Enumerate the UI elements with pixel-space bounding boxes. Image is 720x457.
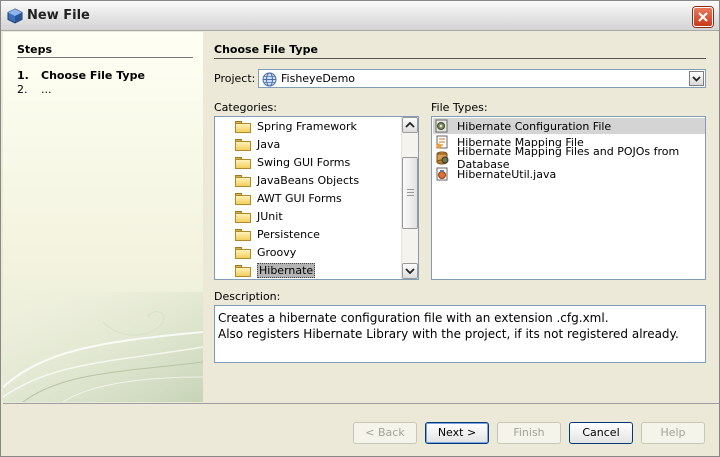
category-label: Groovy (257, 246, 297, 259)
category-item[interactable]: AWT GUI Forms (235, 190, 342, 207)
thumb-grip (407, 192, 414, 193)
footer-divider (3, 403, 719, 404)
categories-label: Categories: (214, 101, 277, 114)
category-item[interactable]: JUnit (235, 208, 283, 225)
steps-panel: Steps 1. Choose File Type 2.... (3, 32, 203, 402)
finish-button[interactable]: Finish (497, 422, 561, 444)
close-button[interactable] (693, 7, 713, 27)
title-bar[interactable]: New File (1, 1, 719, 31)
description-line: Creates a hibernate configuration file w… (218, 311, 609, 325)
category-label: Swing GUI Forms (257, 156, 351, 169)
category-item[interactable]: Persistence (235, 226, 320, 243)
category-label: Persistence (257, 228, 320, 241)
folder-icon (235, 174, 251, 187)
folder-icon (235, 228, 251, 241)
project-select[interactable]: FisheyeDemo (258, 69, 706, 88)
step-label: Choose File Type (41, 69, 145, 82)
category-label: JavaBeans Objects (257, 174, 360, 187)
file-types-list[interactable]: Hibernate Configuration File Hibernate M… (431, 116, 706, 280)
folder-icon (235, 210, 251, 223)
java-class-icon (435, 167, 449, 181)
steps-divider (17, 57, 193, 58)
chevron-down-icon (692, 76, 701, 82)
project-globe-icon (262, 72, 277, 87)
folder-icon (235, 192, 251, 205)
folder-icon (235, 264, 251, 277)
help-button[interactable]: Help (641, 422, 705, 444)
category-item[interactable]: Spring Framework (235, 118, 357, 135)
scroll-thumb[interactable] (402, 157, 418, 229)
category-label: Spring Framework (257, 120, 357, 133)
category-item[interactable]: JavaBeans Objects (235, 172, 359, 189)
categories-scrollbar[interactable] (401, 117, 418, 279)
new-file-dialog: New File Steps 1. Choose File Type 2.... (0, 0, 720, 457)
category-item[interactable]: Groovy (235, 244, 296, 261)
file-type-label: HibernateUtil.java (457, 167, 557, 181)
folder-icon (235, 156, 251, 169)
step-number: 2. (17, 83, 28, 96)
scroll-down-button[interactable] (402, 263, 418, 279)
categories-list[interactable]: Spring Framework Java Swing GUI Forms JavaB… (214, 116, 419, 280)
folder-icon (235, 120, 251, 133)
netbeans-cube-icon (7, 8, 23, 24)
category-item[interactable]: Hibernate (235, 262, 316, 279)
steps-heading: Steps (17, 43, 53, 56)
decorative-swirl-graphic (3, 292, 203, 402)
back-button[interactable]: < Back (353, 422, 417, 444)
category-label: JUnit (257, 210, 283, 223)
category-label: Hibernate (257, 263, 316, 278)
chevron-up-icon (405, 121, 415, 128)
step-label: ... (41, 83, 52, 96)
hibernate-config-icon (435, 119, 449, 133)
description-label: Description: (214, 290, 281, 303)
next-button[interactable]: Next > (425, 422, 489, 444)
thumb-grip (407, 195, 414, 196)
file-type-item[interactable]: HibernateUtil.java (433, 166, 705, 182)
chevron-down-icon (405, 268, 415, 275)
folder-icon (235, 138, 251, 151)
file-type-label: Hibernate Configuration File (457, 119, 612, 133)
step-next: 2.... (17, 83, 52, 96)
project-value: FisheyeDemo (281, 72, 356, 85)
project-dropdown-arrow[interactable] (689, 71, 704, 86)
description-line: Also registers Hibernate Library with th… (218, 327, 679, 341)
title-divider (214, 58, 706, 59)
category-item[interactable]: Swing GUI Forms (235, 154, 350, 171)
step-number: 1. (17, 69, 29, 82)
category-item[interactable]: Java (235, 136, 280, 153)
hibernate-db-icon (435, 151, 449, 165)
file-types-label: File Types: (431, 101, 488, 114)
hibernate-mapping-icon (435, 135, 449, 149)
page-title: Choose File Type (214, 43, 318, 56)
category-label: AWT GUI Forms (257, 192, 342, 205)
file-type-item[interactable]: Hibernate Configuration File (433, 118, 705, 134)
file-type-item[interactable]: Hibernate Mapping Files and POJOs from D… (433, 145, 705, 171)
category-label: Java (257, 138, 281, 151)
cancel-button[interactable]: Cancel (569, 422, 633, 444)
window-title: New File (27, 8, 90, 23)
step-choose-file-type: 1. Choose File Type (17, 69, 145, 82)
project-label: Project: (214, 72, 256, 85)
scroll-up-button[interactable] (402, 117, 418, 133)
folder-icon (235, 246, 251, 259)
close-icon (698, 12, 708, 22)
description-text-area[interactable]: Creates a hibernate configuration file w… (214, 305, 706, 363)
thumb-grip (407, 189, 414, 190)
